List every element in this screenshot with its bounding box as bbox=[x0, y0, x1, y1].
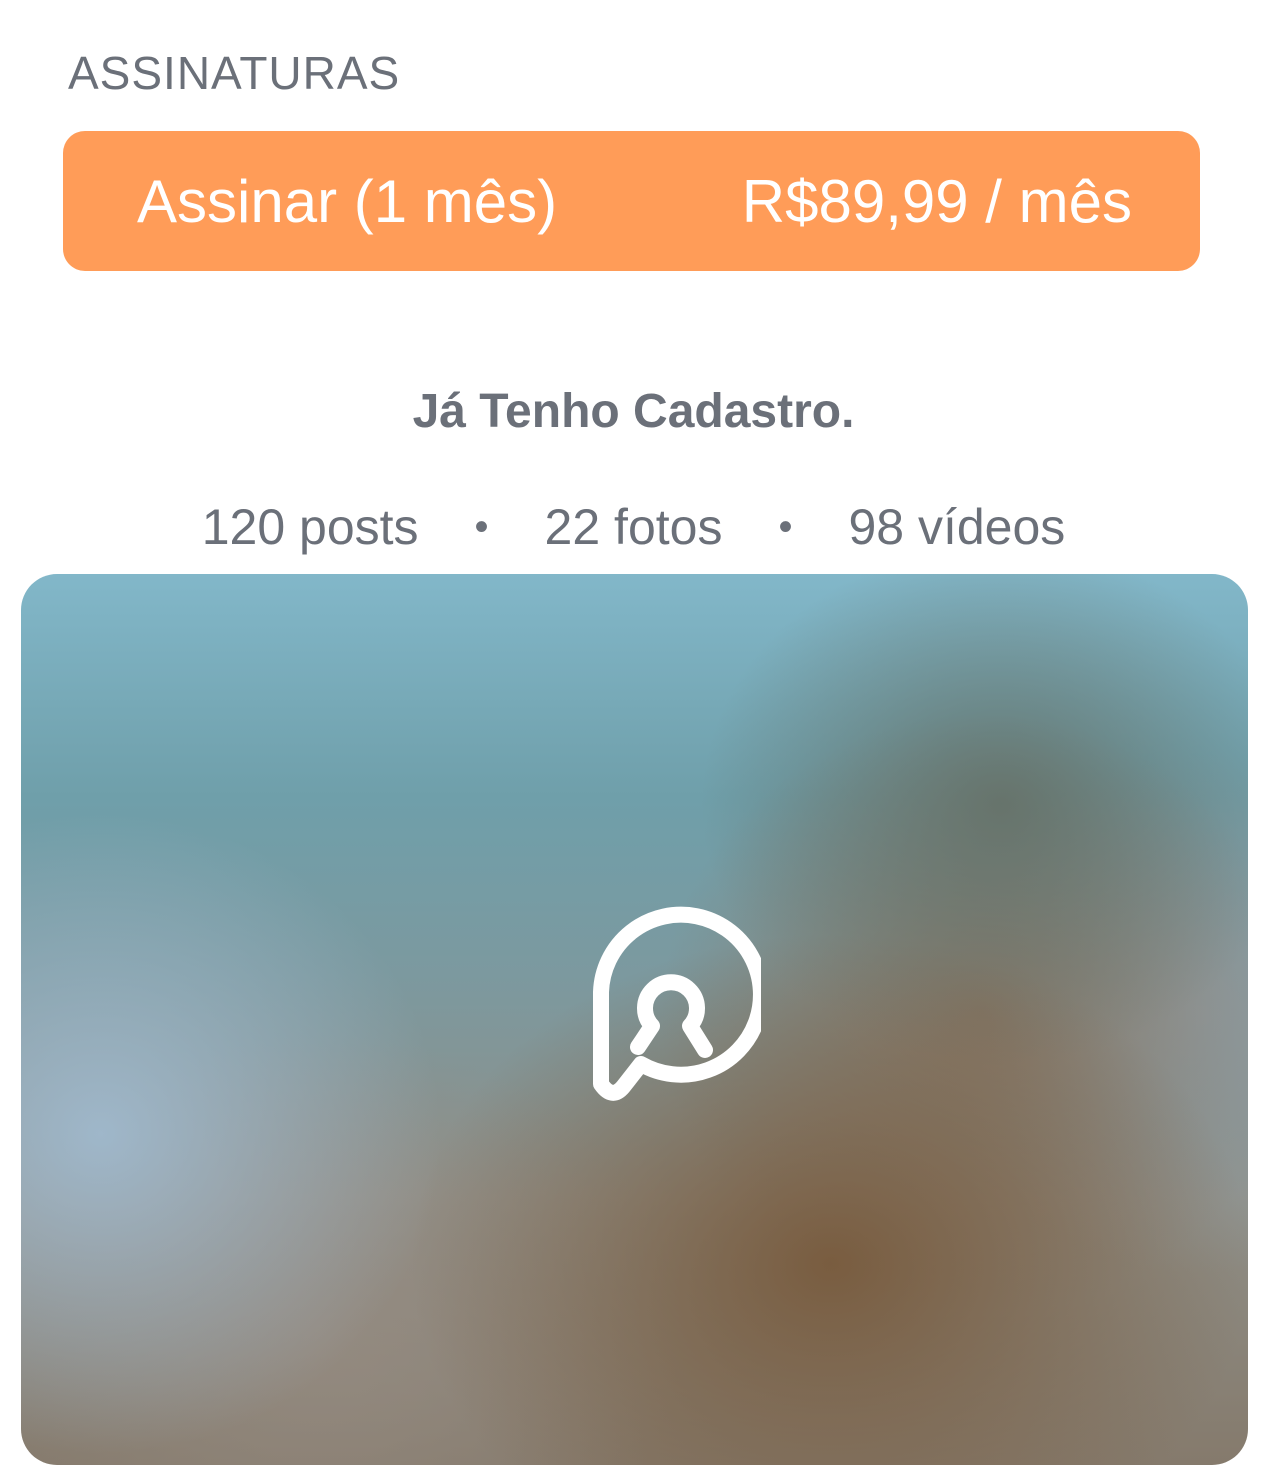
videos-count: 98 vídeos bbox=[848, 499, 1066, 555]
locked-media-preview[interactable] bbox=[21, 574, 1248, 1465]
already-registered-link[interactable]: Já Tenho Cadastro. bbox=[0, 384, 1267, 439]
subscriptions-section-title: ASSINATURAS bbox=[68, 47, 401, 99]
subscribe-plan-price: R$89,99 / mês bbox=[741, 167, 1132, 235]
keyhole-lock-icon bbox=[593, 906, 761, 1101]
stats-separator: • bbox=[474, 504, 489, 549]
stats-separator: • bbox=[778, 504, 793, 549]
photos-count: 22 fotos bbox=[544, 499, 723, 555]
subscribe-plan-label: Assinar (1 mês) bbox=[137, 167, 558, 235]
subscribe-monthly-button[interactable]: Assinar (1 mês) R$89,99 / mês bbox=[63, 131, 1200, 271]
profile-stats: 120 posts • 22 fotos • 98 vídeos bbox=[0, 498, 1267, 556]
posts-count: 120 posts bbox=[201, 499, 419, 555]
